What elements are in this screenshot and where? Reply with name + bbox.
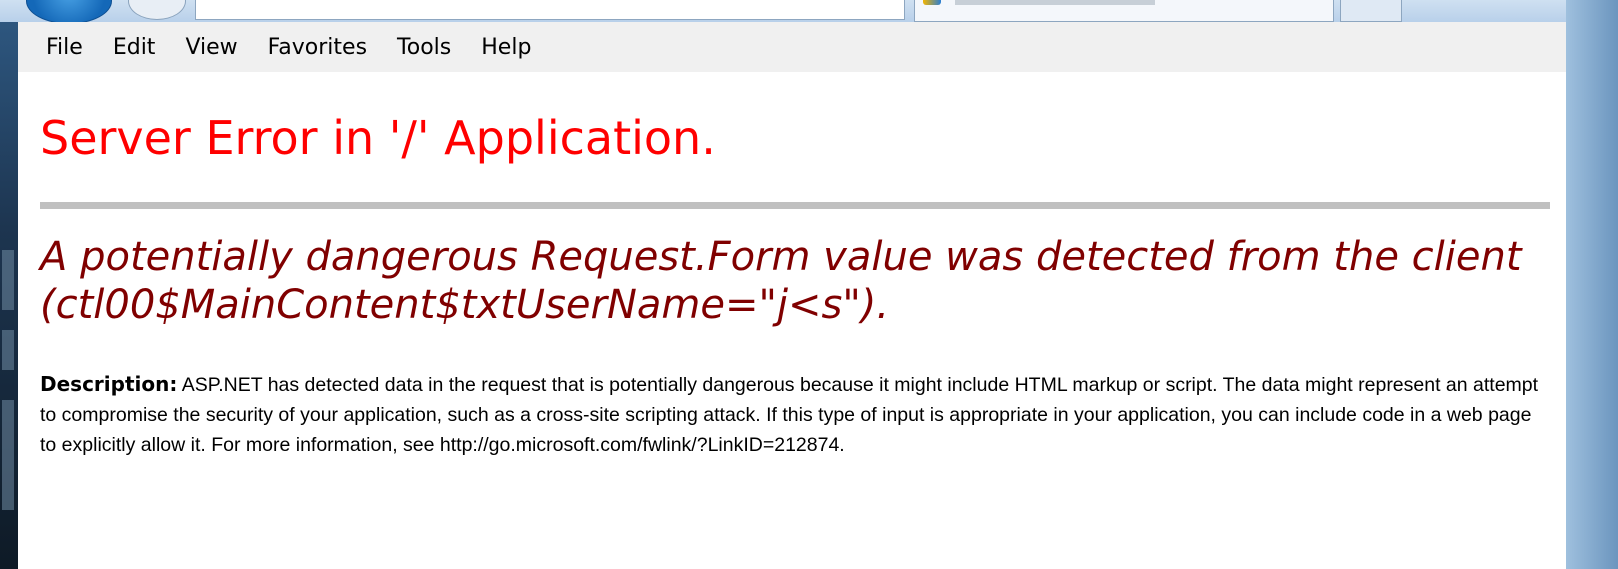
error-description: Description: ASP.NET has detected data i… — [40, 369, 1540, 460]
horizontal-rule — [40, 202, 1550, 209]
back-button[interactable] — [26, 0, 112, 24]
menu-favorites[interactable]: Favorites — [268, 35, 367, 60]
window-frame-right — [1566, 0, 1618, 569]
desktop-edge — [0, 0, 18, 569]
browser-chrome-top — [0, 0, 1618, 24]
menu-edit[interactable]: Edit — [113, 35, 156, 60]
forward-button[interactable] — [128, 0, 186, 20]
desktop-streak — [2, 330, 14, 370]
new-tab-button[interactable] — [1340, 0, 1402, 22]
error-heading: A potentially dangerous Request.Form val… — [40, 234, 1522, 328]
menu-bar: File Edit View Favorites Tools Help — [18, 22, 1566, 72]
browser-window: File Edit View Favorites Tools Help Serv… — [18, 22, 1566, 569]
page-content: Server Error in '/' Application. A poten… — [40, 72, 1550, 460]
desktop-streak — [2, 400, 14, 510]
menu-help[interactable]: Help — [481, 35, 531, 60]
browser-tab[interactable] — [914, 0, 1334, 22]
menu-file[interactable]: File — [46, 35, 83, 60]
tab-favicon-icon — [923, 0, 941, 5]
description-label: Description: — [40, 372, 178, 396]
address-bar[interactable] — [195, 0, 905, 20]
page-title: Server Error in '/' Application. — [40, 111, 716, 165]
desktop-streak — [2, 250, 14, 310]
menu-view[interactable]: View — [185, 35, 237, 60]
tab-title-obscured — [955, 0, 1155, 5]
description-text: ASP.NET has detected data in the request… — [40, 374, 1539, 456]
menu-tools[interactable]: Tools — [397, 35, 451, 60]
